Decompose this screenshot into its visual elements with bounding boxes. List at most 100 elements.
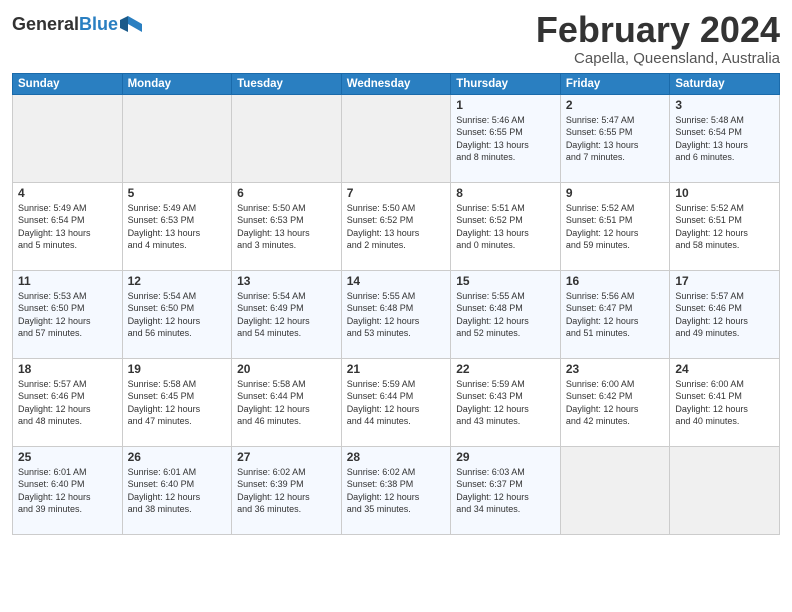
calendar-cell: 17 Sunrise: 5:57 AM Sunset: 6:46 PM Dayli…	[670, 270, 780, 358]
calendar-cell: 8 Sunrise: 5:51 AM Sunset: 6:52 PM Daylig…	[451, 182, 561, 270]
day-number: 9	[566, 186, 665, 200]
calendar-cell	[232, 94, 342, 182]
day-info: Sunrise: 6:00 AM Sunset: 6:42 PM Dayligh…	[566, 378, 665, 428]
day-info: Sunrise: 5:53 AM Sunset: 6:50 PM Dayligh…	[18, 290, 117, 340]
location-title: Capella, Queensland, Australia	[536, 50, 780, 67]
day-info: Sunrise: 5:59 AM Sunset: 6:43 PM Dayligh…	[456, 378, 555, 428]
day-number: 13	[237, 274, 336, 288]
day-number: 25	[18, 450, 117, 464]
logo-blue-text: Blue	[79, 14, 118, 34]
calendar-cell: 23 Sunrise: 6:00 AM Sunset: 6:42 PM Dayli…	[560, 358, 670, 446]
day-number: 14	[347, 274, 446, 288]
day-number: 23	[566, 362, 665, 376]
day-number: 1	[456, 98, 555, 112]
logo-icon	[120, 14, 142, 36]
calendar-cell: 10 Sunrise: 5:52 AM Sunset: 6:51 PM Dayli…	[670, 182, 780, 270]
calendar-header: SundayMondayTuesdayWednesdayThursdayFrid…	[13, 73, 780, 94]
calendar-cell: 22 Sunrise: 5:59 AM Sunset: 6:43 PM Dayli…	[451, 358, 561, 446]
days-header-row: SundayMondayTuesdayWednesdayThursdayFrid…	[13, 73, 780, 94]
day-number: 18	[18, 362, 117, 376]
day-number: 22	[456, 362, 555, 376]
calendar-cell: 9 Sunrise: 5:52 AM Sunset: 6:51 PM Daylig…	[560, 182, 670, 270]
calendar-cell: 28 Sunrise: 6:02 AM Sunset: 6:38 PM Dayli…	[341, 446, 451, 534]
day-number: 20	[237, 362, 336, 376]
day-number: 29	[456, 450, 555, 464]
day-info: Sunrise: 5:50 AM Sunset: 6:52 PM Dayligh…	[347, 202, 446, 252]
day-info: Sunrise: 5:52 AM Sunset: 6:51 PM Dayligh…	[566, 202, 665, 252]
day-info: Sunrise: 5:58 AM Sunset: 6:44 PM Dayligh…	[237, 378, 336, 428]
calendar-cell: 26 Sunrise: 6:01 AM Sunset: 6:40 PM Dayli…	[122, 446, 232, 534]
day-info: Sunrise: 5:47 AM Sunset: 6:55 PM Dayligh…	[566, 114, 665, 164]
day-number: 4	[18, 186, 117, 200]
day-info: Sunrise: 5:55 AM Sunset: 6:48 PM Dayligh…	[456, 290, 555, 340]
calendar-cell: 6Sunrise: 5:50 AM Sunset: 6:53 PM Daylig…	[232, 182, 342, 270]
day-info: Sunrise: 6:01 AM Sunset: 6:40 PM Dayligh…	[128, 466, 227, 516]
calendar-cell: 27 Sunrise: 6:02 AM Sunset: 6:39 PM Dayli…	[232, 446, 342, 534]
day-info: Sunrise: 5:46 AM Sunset: 6:55 PM Dayligh…	[456, 114, 555, 164]
day-info: Sunrise: 5:54 AM Sunset: 6:50 PM Dayligh…	[128, 290, 227, 340]
day-number: 21	[347, 362, 446, 376]
day-of-week-header: Friday	[560, 73, 670, 94]
day-info: Sunrise: 5:56 AM Sunset: 6:47 PM Dayligh…	[566, 290, 665, 340]
day-info: Sunrise: 5:55 AM Sunset: 6:48 PM Dayligh…	[347, 290, 446, 340]
day-info: Sunrise: 5:51 AM Sunset: 6:52 PM Dayligh…	[456, 202, 555, 252]
day-info: Sunrise: 5:58 AM Sunset: 6:45 PM Dayligh…	[128, 378, 227, 428]
day-info: Sunrise: 5:48 AM Sunset: 6:54 PM Dayligh…	[675, 114, 774, 164]
calendar-cell: 29 Sunrise: 6:03 AM Sunset: 6:37 PM Dayli…	[451, 446, 561, 534]
month-title: February 2024	[536, 10, 780, 50]
day-info: Sunrise: 6:02 AM Sunset: 6:39 PM Dayligh…	[237, 466, 336, 516]
calendar-cell: 4Sunrise: 5:49 AM Sunset: 6:54 PM Daylig…	[13, 182, 123, 270]
day-of-week-header: Monday	[122, 73, 232, 94]
calendar-body: 1 Sunrise: 5:46 AM Sunset: 6:55 PM Daylig…	[13, 94, 780, 534]
day-info: Sunrise: 6:03 AM Sunset: 6:37 PM Dayligh…	[456, 466, 555, 516]
day-of-week-header: Saturday	[670, 73, 780, 94]
day-number: 26	[128, 450, 227, 464]
day-info: Sunrise: 5:50 AM Sunset: 6:53 PM Dayligh…	[237, 202, 336, 252]
calendar-cell	[670, 446, 780, 534]
calendar-cell: 3 Sunrise: 5:48 AM Sunset: 6:54 PM Daylig…	[670, 94, 780, 182]
day-number: 8	[456, 186, 555, 200]
calendar-cell: 19 Sunrise: 5:58 AM Sunset: 6:45 PM Dayli…	[122, 358, 232, 446]
calendar-week-row: 18 Sunrise: 5:57 AM Sunset: 6:46 PM Dayli…	[13, 358, 780, 446]
calendar-cell: 12 Sunrise: 5:54 AM Sunset: 6:50 PM Dayli…	[122, 270, 232, 358]
day-number: 3	[675, 98, 774, 112]
calendar-cell	[560, 446, 670, 534]
day-info: Sunrise: 5:49 AM Sunset: 6:53 PM Dayligh…	[128, 202, 227, 252]
title-block: February 2024 Capella, Queensland, Austr…	[536, 10, 780, 67]
day-number: 17	[675, 274, 774, 288]
day-info: Sunrise: 5:57 AM Sunset: 6:46 PM Dayligh…	[18, 378, 117, 428]
day-number: 10	[675, 186, 774, 200]
logo-general-text: General	[12, 14, 79, 34]
calendar-cell: 25Sunrise: 6:01 AM Sunset: 6:40 PM Dayli…	[13, 446, 123, 534]
day-number: 16	[566, 274, 665, 288]
calendar-cell: 14 Sunrise: 5:55 AM Sunset: 6:48 PM Dayli…	[341, 270, 451, 358]
day-of-week-header: Sunday	[13, 73, 123, 94]
calendar-cell: 24 Sunrise: 6:00 AM Sunset: 6:41 PM Dayli…	[670, 358, 780, 446]
day-of-week-header: Tuesday	[232, 73, 342, 94]
calendar-cell: 1 Sunrise: 5:46 AM Sunset: 6:55 PM Daylig…	[451, 94, 561, 182]
day-number: 7	[347, 186, 446, 200]
calendar-cell: 18 Sunrise: 5:57 AM Sunset: 6:46 PM Dayli…	[13, 358, 123, 446]
day-info: Sunrise: 6:02 AM Sunset: 6:38 PM Dayligh…	[347, 466, 446, 516]
day-of-week-header: Wednesday	[341, 73, 451, 94]
day-number: 12	[128, 274, 227, 288]
day-info: Sunrise: 5:57 AM Sunset: 6:46 PM Dayligh…	[675, 290, 774, 340]
day-number: 11	[18, 274, 117, 288]
calendar-week-row: 1 Sunrise: 5:46 AM Sunset: 6:55 PM Daylig…	[13, 94, 780, 182]
calendar-cell: 15 Sunrise: 5:55 AM Sunset: 6:48 PM Dayli…	[451, 270, 561, 358]
day-info: Sunrise: 6:00 AM Sunset: 6:41 PM Dayligh…	[675, 378, 774, 428]
day-number: 5	[128, 186, 227, 200]
calendar-cell: 7 Sunrise: 5:50 AM Sunset: 6:52 PM Daylig…	[341, 182, 451, 270]
day-number: 15	[456, 274, 555, 288]
day-number: 28	[347, 450, 446, 464]
calendar-week-row: 25 Sunrise: 6:01 AM Sunset: 6:40 PM Dayli…	[13, 446, 780, 534]
day-number: 24	[675, 362, 774, 376]
calendar-cell: 5 Sunrise: 5:49 AM Sunset: 6:53 PM Daylig…	[122, 182, 232, 270]
day-number: 19	[128, 362, 227, 376]
day-info: Sunrise: 5:52 AM Sunset: 6:51 PM Dayligh…	[675, 202, 774, 252]
calendar-cell	[122, 94, 232, 182]
day-number: 27	[237, 450, 336, 464]
calendar-cell: 2 Sunrise: 5:47 AM Sunset: 6:55 PM Daylig…	[560, 94, 670, 182]
day-number: 2	[566, 98, 665, 112]
calendar-cell: 13Sunrise: 5:54 AM Sunset: 6:49 PM Dayli…	[232, 270, 342, 358]
